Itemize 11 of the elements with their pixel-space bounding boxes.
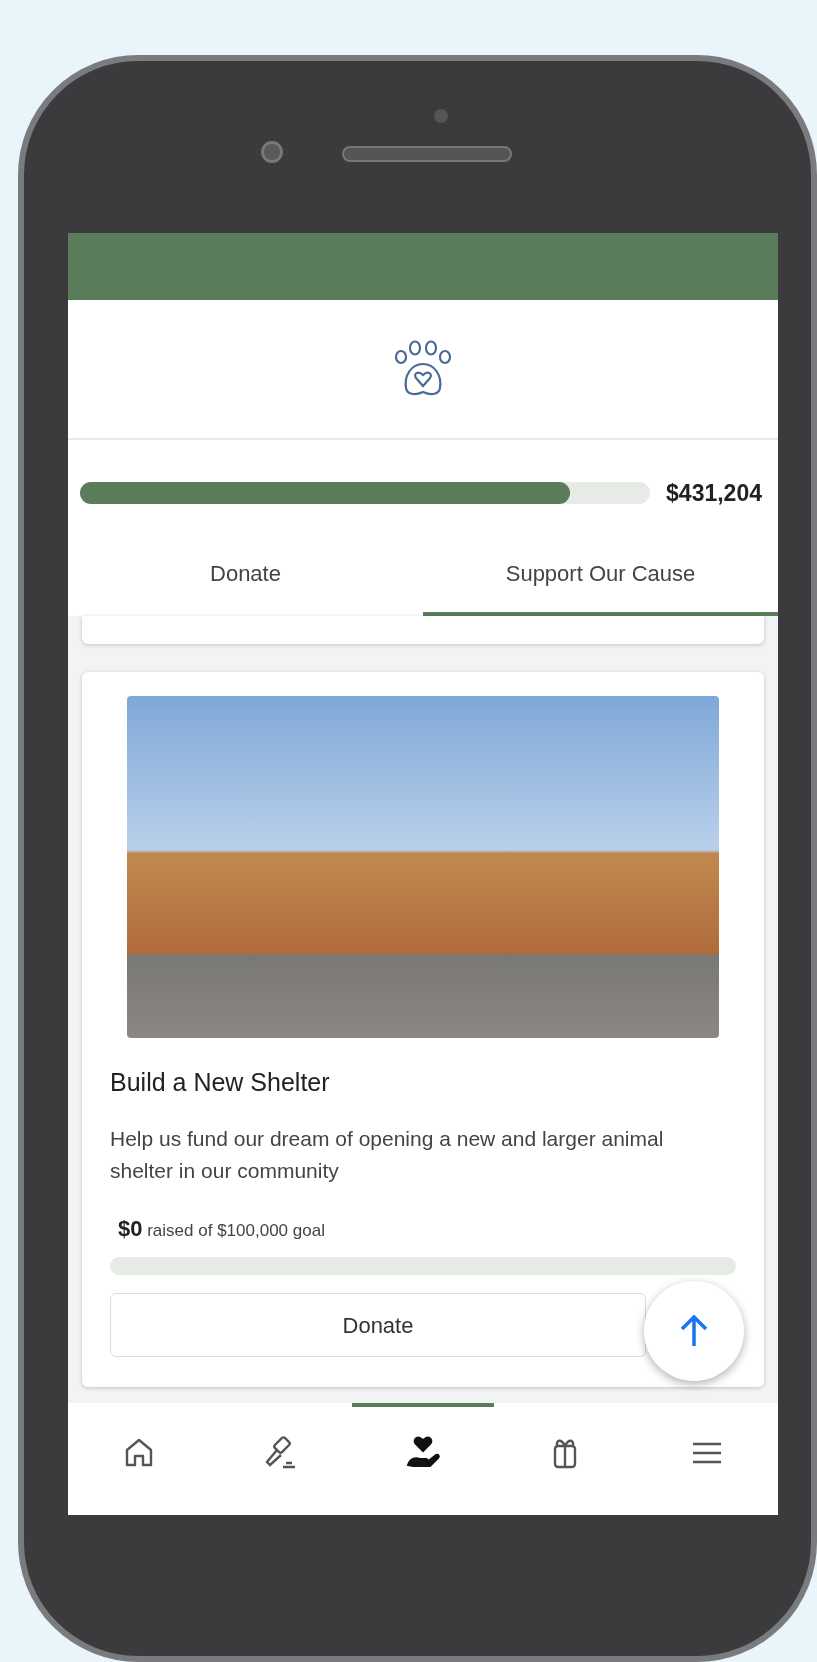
raised-amount-text: $0 raised of $100,000 goal	[118, 1215, 326, 1243]
camera-icon	[261, 141, 283, 163]
sensor-icon	[434, 109, 448, 123]
arrow-up-icon	[679, 1314, 709, 1348]
donate-button[interactable]: Donate	[110, 1293, 646, 1357]
cause-title: Build a New Shelter	[110, 1066, 331, 1098]
amount-raised: $431,204	[666, 479, 762, 508]
tab[interactable]: Donate	[68, 510, 423, 616]
speaker-icon	[342, 146, 512, 162]
paw-heart-icon	[394, 340, 452, 398]
cause-description: Help us fund our dream of opening a new and larger animal shelter in our community	[110, 1126, 665, 1184]
